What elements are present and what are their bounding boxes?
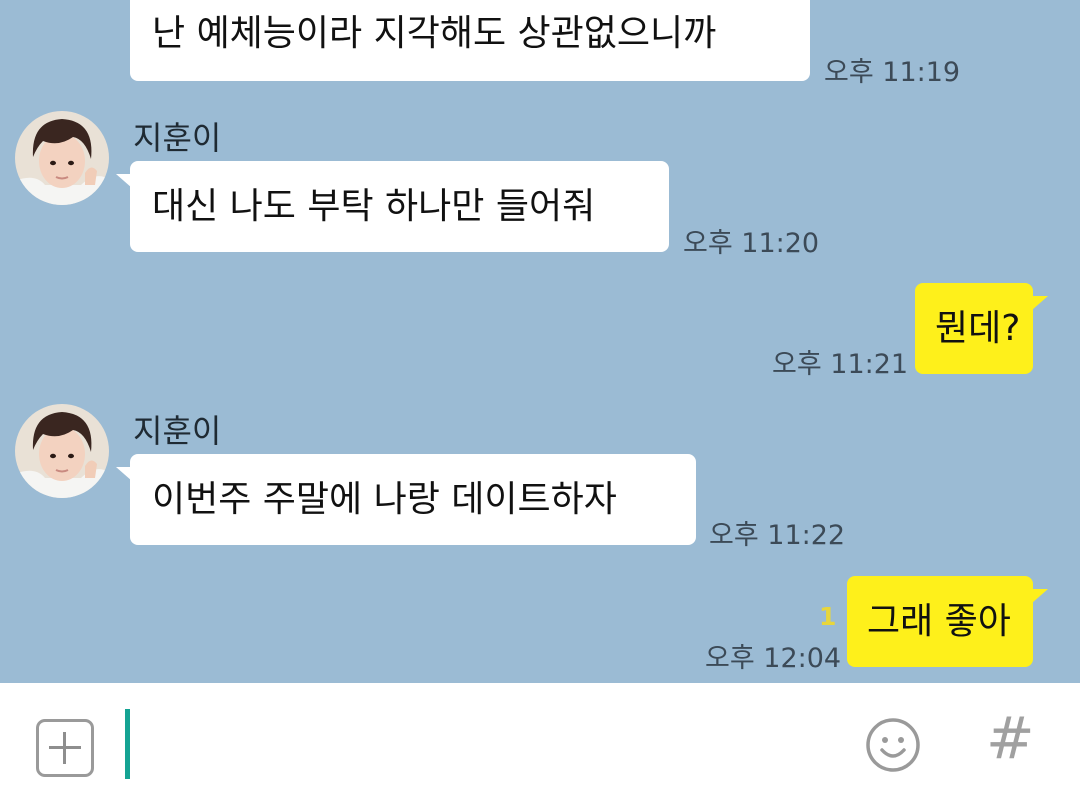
message-time: 오후 12:04 bbox=[705, 643, 842, 674]
message-time: 오후 11:19 bbox=[824, 57, 961, 88]
message-time: 오후 11:22 bbox=[709, 520, 846, 551]
smiley-icon[interactable] bbox=[864, 716, 922, 778]
avatar[interactable] bbox=[15, 111, 109, 205]
message-text: 이번주 주말에 나랑 데이트하자 bbox=[152, 478, 617, 520]
bubble-tail bbox=[1032, 296, 1048, 310]
message-text: 그래 좋아 bbox=[867, 600, 1011, 642]
sender-name: 지훈이 bbox=[133, 412, 222, 450]
message-text: 난 예체능이라 지각해도 상관없으니까 bbox=[152, 12, 717, 54]
text-cursor bbox=[125, 709, 130, 779]
message-input[interactable] bbox=[134, 709, 838, 781]
unread-count: 1 bbox=[819, 602, 837, 631]
message-time: 오후 11:21 bbox=[772, 349, 909, 380]
message-bubble-incoming[interactable]: 난 예체능이라 지각해도 상관없으니까 bbox=[130, 0, 810, 81]
message-bubble-incoming[interactable]: 대신 나도 부탁 하나만 들어줘 bbox=[130, 161, 669, 252]
message-text: 대신 나도 부탁 하나만 들어줘 bbox=[152, 185, 596, 227]
message-bubble-outgoing[interactable]: 그래 좋아 bbox=[847, 576, 1033, 667]
bubble-tail bbox=[1032, 589, 1048, 603]
hash-icon[interactable]: # bbox=[986, 709, 1035, 767]
chat-area: 난 예체능이라 지각해도 상관없으니까 오후 11:19 지훈이 대신 나도 부… bbox=[0, 0, 1080, 683]
avatar[interactable] bbox=[15, 404, 109, 498]
message-input-bar: # bbox=[0, 683, 1080, 809]
message-bubble-outgoing[interactable]: 뭔데? bbox=[915, 283, 1033, 374]
message-bubble-incoming[interactable]: 이번주 주말에 나랑 데이트하자 bbox=[130, 454, 696, 545]
plus-square-icon[interactable] bbox=[36, 719, 94, 777]
sender-name: 지훈이 bbox=[133, 119, 222, 157]
message-text: 뭔데? bbox=[935, 307, 1021, 349]
message-time: 오후 11:20 bbox=[683, 228, 820, 259]
